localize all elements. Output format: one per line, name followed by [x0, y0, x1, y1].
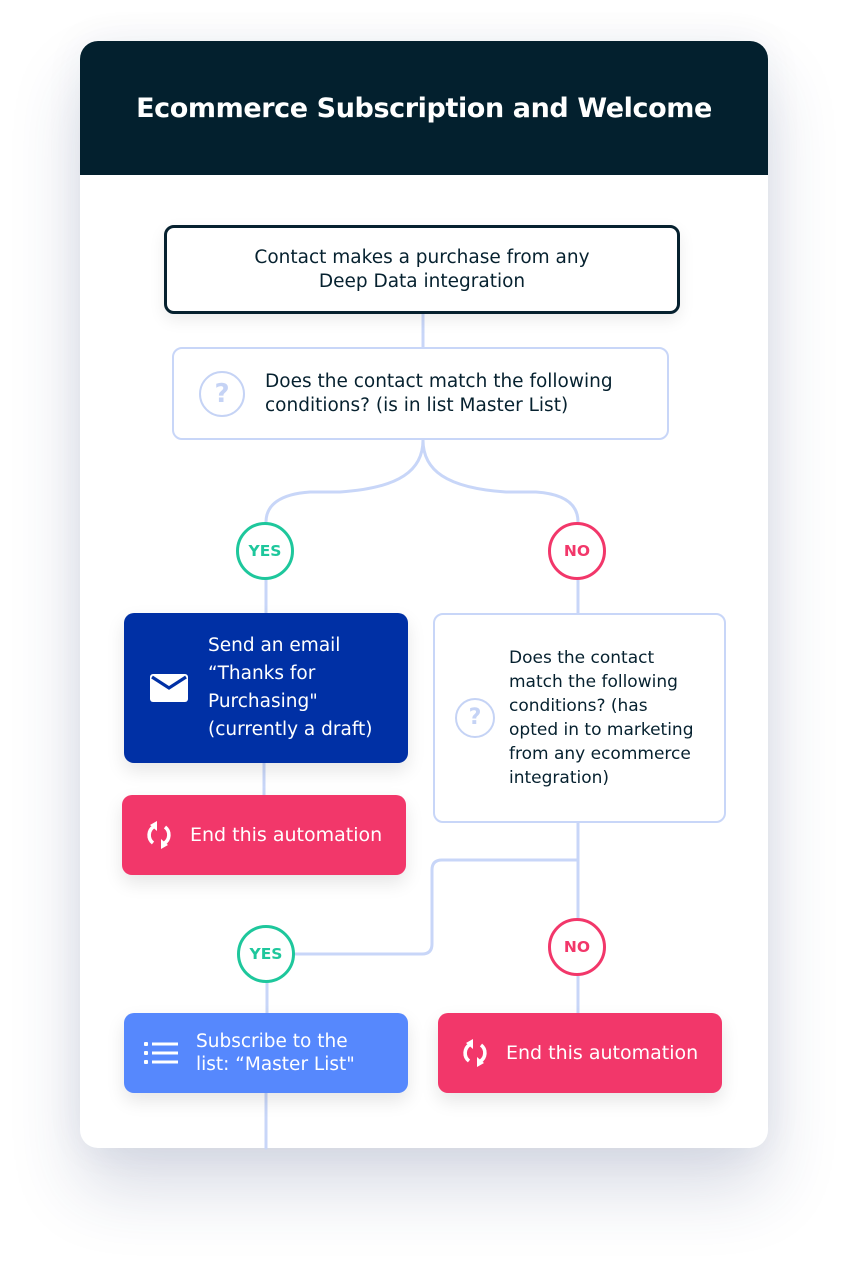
yes-badge-1: YES	[236, 522, 294, 580]
refresh-icon	[463, 1039, 487, 1067]
question-circle-icon: ?	[455, 698, 495, 738]
email-line-4: (currently a draft)	[208, 719, 373, 740]
condition-node-2[interactable]: ? Does the contact match the following c…	[433, 613, 726, 823]
trigger-line-2: Deep Data integration	[318, 270, 526, 292]
condition-2-line-2: match the following	[509, 672, 678, 692]
trigger-node[interactable]: Contact makes a purchase from any Deep D…	[164, 225, 680, 314]
no-badge-1: NO	[548, 522, 606, 580]
condition-2-line-3: conditions? (has	[509, 696, 648, 716]
condition-1-line-2: conditions? (is in list Master List)	[265, 394, 569, 416]
subscribe-line-2: list: “Master List"	[196, 1054, 355, 1075]
condition-2-line-1: Does the contact	[509, 648, 655, 668]
connector-branch-no-1	[421, 438, 580, 524]
email-line-1: Send an email	[208, 635, 341, 656]
yes-badge-2: YES	[237, 925, 295, 983]
list-icon	[144, 1042, 178, 1064]
subscribe-line-1: Subscribe to the	[196, 1031, 348, 1052]
condition-node-1[interactable]: ? Does the contact match the following c…	[172, 347, 669, 440]
end-automation-label-1: End this automation	[190, 824, 383, 846]
end-automation-action-2[interactable]: End this automation	[438, 1013, 722, 1093]
email-line-3: Purchasing"	[208, 691, 318, 712]
condition-1-line-1: Does the contact match the following	[265, 370, 613, 392]
condition-2-line-6: integration)	[509, 768, 610, 788]
send-email-action[interactable]: Send an email “Thanks for Purchasing" (c…	[124, 613, 408, 763]
email-line-2: “Thanks for	[208, 663, 316, 684]
subscribe-list-action[interactable]: Subscribe to the list: “Master List"	[124, 1013, 408, 1093]
question-circle-icon: ?	[199, 370, 245, 417]
connector-branch-yes-1	[264, 438, 425, 524]
envelope-icon	[150, 674, 188, 702]
no-badge-2: NO	[548, 918, 606, 976]
end-automation-action-1[interactable]: End this automation	[122, 795, 406, 875]
condition-2-line-4: opted in to marketing	[509, 720, 694, 740]
condition-2-line-5: from any ecommerce	[509, 744, 691, 764]
refresh-icon	[147, 821, 171, 849]
trigger-line-1: Contact makes a purchase from any	[254, 246, 590, 268]
end-automation-label-2: End this automation	[506, 1042, 699, 1064]
